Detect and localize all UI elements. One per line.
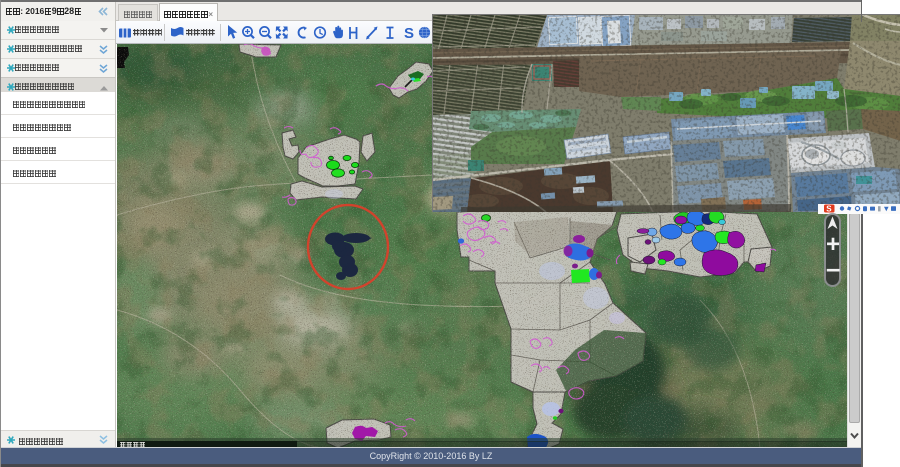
svg-text:S: S (826, 205, 832, 214)
svg-text:S: S (404, 25, 414, 42)
